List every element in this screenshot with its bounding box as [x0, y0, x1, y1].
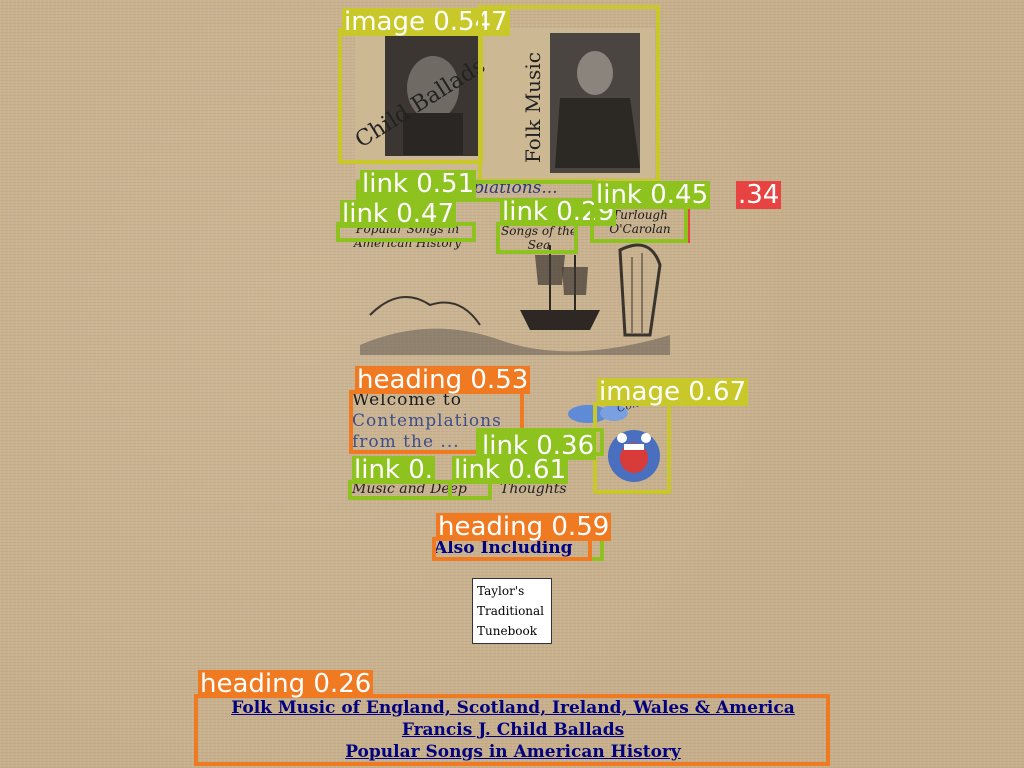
also-including-heading: Also Including: [434, 538, 573, 558]
overlay-label-link-music-a: link 0.: [352, 455, 436, 485]
logo-label: Contemplations: [615, 398, 686, 415]
footer-links: Folk Music of England, Scotland, Ireland…: [200, 697, 826, 763]
carolan-link[interactable]: Turlough O'Carolan: [594, 208, 686, 236]
overlay-label-heading-also: heading 0.59: [436, 512, 612, 542]
music-and-deep-link[interactable]: Music and Deep: [352, 481, 467, 497]
music-and-text[interactable]: Music and: [352, 481, 426, 497]
tunebook-line-2: Traditional: [477, 604, 545, 618]
popular-songs-link[interactable]: Popular Songs in American History: [340, 222, 475, 250]
welcome-heading: Welcome to Contemplations from the ...: [352, 390, 592, 453]
tunebook-line-1: Taylor's: [477, 584, 525, 598]
contemplations-logo-image[interactable]: Contemplations: [566, 380, 704, 490]
thoughts-link[interactable]: Thoughts: [500, 481, 567, 497]
child-ballads-link[interactable]: Francis J. Child Ballads: [200, 719, 826, 741]
folk-music-link[interactable]: Folk Music of England, Scotland, Ireland…: [200, 697, 826, 719]
welcome-line-2: Contemplations: [352, 411, 502, 431]
folk-music-text: Folk Music: [521, 52, 545, 163]
tunebook-line-3: Tunebook: [477, 624, 537, 638]
welcome-line-1: Welcome to: [352, 390, 462, 410]
popular-songs-history-link[interactable]: Popular Songs in American History: [200, 741, 826, 763]
overlay-label-link-music-b: link 0.61: [452, 455, 569, 485]
overlay-label-red: .34: [736, 180, 782, 210]
songs-of-sea-link[interactable]: Songs of the Sea: [500, 224, 578, 252]
welcome-line-3[interactable]: from the ...: [352, 432, 592, 453]
tunebook-image-link[interactable]: Taylor's Traditional Tunebook: [472, 578, 552, 644]
deep-text[interactable]: Deep: [430, 481, 467, 497]
overlay-label-heading-footer: heading 0.26: [198, 669, 374, 699]
banner-image[interactable]: Child Ballads Folk Music: [351, 28, 655, 178]
